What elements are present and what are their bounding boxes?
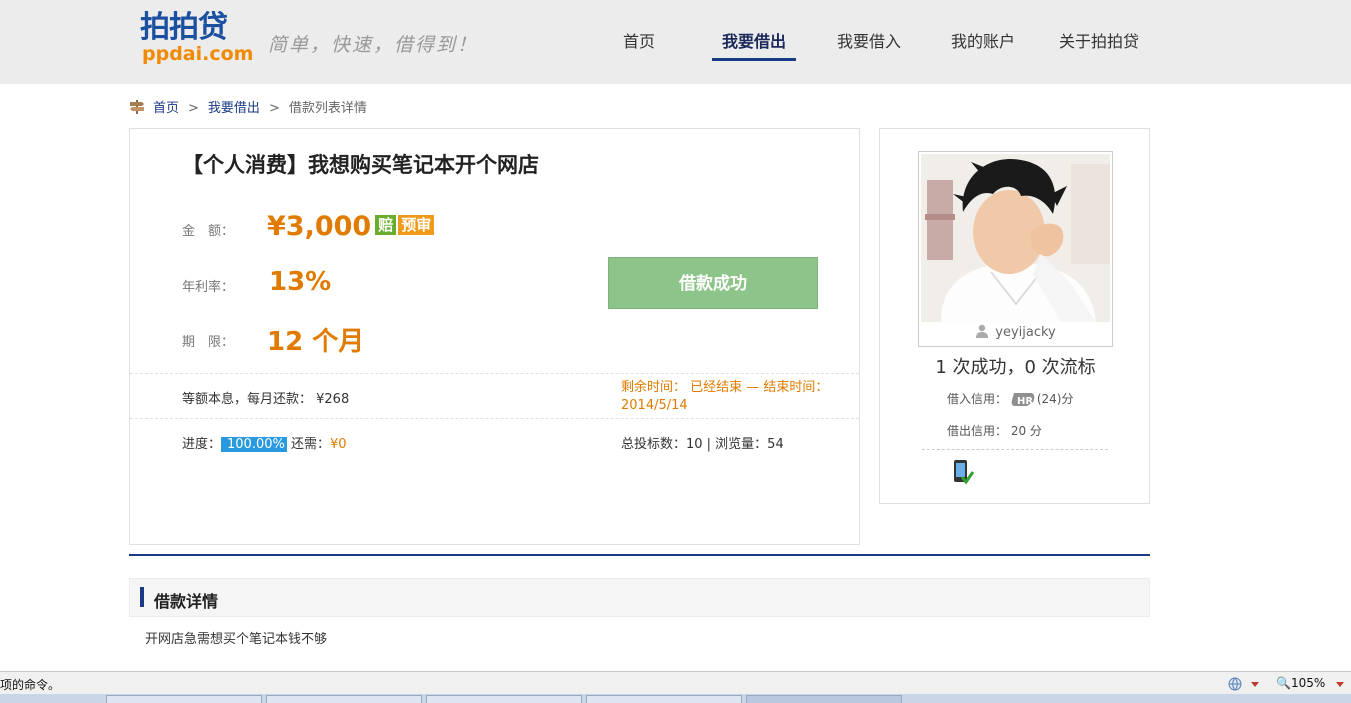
username-row[interactable]: yeyijacky (919, 324, 1112, 340)
loan-details-title: 借款详情 (154, 592, 219, 611)
amount-value: ¥3,000 (267, 211, 372, 242)
security-zone-icon[interactable] (1228, 677, 1242, 691)
zoom-level[interactable]: 🔍105% (1276, 676, 1325, 690)
username: yeyijacky (995, 325, 1056, 340)
borrower-panel: yeyijacky 1 次成功，0 次流标 借入信用： HR (24)分 借出信… (879, 128, 1150, 504)
loan-status-button[interactable]: 借款成功 (608, 257, 818, 309)
borrow-credit-label: 借入信用： (947, 392, 1008, 406)
amount-label: 金 额： (182, 224, 235, 239)
breadcrumb-lend[interactable]: 我要借出 (208, 101, 260, 116)
taskbar-item-active[interactable] (746, 695, 902, 703)
bid-stats: 总投标数：10 | 浏览量：54 (621, 437, 784, 452)
nav-lend[interactable]: 我要借出 (712, 28, 796, 61)
lend-credit-value: 20 分 (1010, 424, 1042, 438)
remaining-time: 剩余时间： 已经结束 — 结束时间： 2014/5/14 (621, 380, 829, 413)
lend-credit: 借出信用： 20 分 (947, 422, 1042, 439)
heading-accent (140, 587, 144, 607)
borrower-avatar[interactable]: yeyijacky (918, 151, 1113, 347)
nav-borrow[interactable]: 我要借入 (826, 28, 912, 61)
need-label: 还需： (291, 437, 331, 452)
breadcrumb-home[interactable]: 首页 (153, 101, 179, 116)
progress-row: 进度： 100.00% 还需：¥0 (182, 433, 347, 452)
taskbar-item[interactable] (106, 695, 262, 703)
nav-account[interactable]: 我的账户 (940, 28, 1026, 61)
taskbar-item[interactable] (586, 695, 742, 703)
progress-label: 进度： (182, 437, 222, 452)
section-rule (129, 554, 1150, 556)
avatar-image (921, 154, 1110, 322)
credit-grade-text: HR (1017, 396, 1033, 407)
status-message: 项的命令。 (0, 678, 61, 692)
taskbar-item[interactable] (266, 695, 422, 703)
need-value: ¥0 (330, 437, 347, 452)
phone-verified-icon[interactable] (952, 459, 974, 485)
breadcrumb-sep: > (188, 101, 199, 116)
browser-status-bar: 项的命令。 🔍105% (0, 671, 1351, 694)
taskbar (0, 694, 1351, 703)
loan-details-text: 开网店急需想买个笔记本钱不够 (145, 632, 328, 647)
compensation-badge: 赔 (375, 215, 397, 235)
lend-credit-label: 借出信用： (947, 424, 1008, 438)
loan-info-panel: 【个人消费】我想购买笔记本开个网店 金 额： ¥3,000 赔预审 年利率： 13… (129, 128, 860, 545)
loan-amount: ¥3,000 赔预审 (267, 211, 435, 242)
nav-about[interactable]: 关于拍拍贷 (1054, 28, 1144, 61)
breadcrumb-sep: > (268, 101, 280, 116)
credit-grade-badge: HR (1011, 393, 1035, 407)
borrow-credit: 借入信用： HR (24)分 (947, 390, 1073, 407)
user-icon (976, 324, 989, 338)
zoom-dropdown-arrow[interactable] (1336, 682, 1344, 687)
zoom-value: 105% (1290, 676, 1326, 690)
taskbar-item[interactable] (426, 695, 582, 703)
logo-chinese: 拍拍贷 (140, 10, 228, 45)
logo-domain: ppdai.com (142, 43, 254, 65)
breadcrumb: 首页 > 我要借出 > 借款列表详情 (129, 99, 367, 119)
loan-details-header: 借款详情 (129, 578, 1150, 617)
breadcrumb-current: 借款列表详情 (288, 101, 367, 116)
zone-dropdown-arrow[interactable] (1251, 682, 1259, 687)
loan-title: 【个人消费】我想购买笔记本开个网店 (182, 153, 539, 177)
site-logo[interactable]: 拍拍贷 ppdai.com (140, 10, 254, 65)
avatar-photo (921, 154, 1110, 322)
term-label: 期 限： (182, 335, 235, 350)
interest-rate: 13% (269, 267, 332, 297)
zoom-icon: 🔍 (1276, 676, 1291, 690)
divider (130, 373, 859, 374)
repayment-info: 等额本息，每月还款： ¥268 (182, 392, 350, 407)
borrow-record: 1 次成功，0 次流标 (935, 357, 1096, 378)
site-slogan: 简单，快速，借得到！ (268, 34, 479, 56)
divider (922, 449, 1108, 450)
top-header: 拍拍贷 ppdai.com 简单，快速，借得到！ 首页 我要借出 我要借入 我的… (0, 0, 1351, 84)
nav-home[interactable]: 首页 (596, 28, 682, 61)
prereview-badge: 预审 (398, 215, 435, 235)
signpost-icon (130, 100, 144, 114)
rate-label: 年利率： (182, 280, 235, 295)
borrow-credit-score: (24)分 (1036, 392, 1074, 406)
divider (130, 418, 859, 419)
loan-term: 12 个月 (267, 327, 365, 357)
progress-bar: 100.00% (221, 437, 287, 452)
